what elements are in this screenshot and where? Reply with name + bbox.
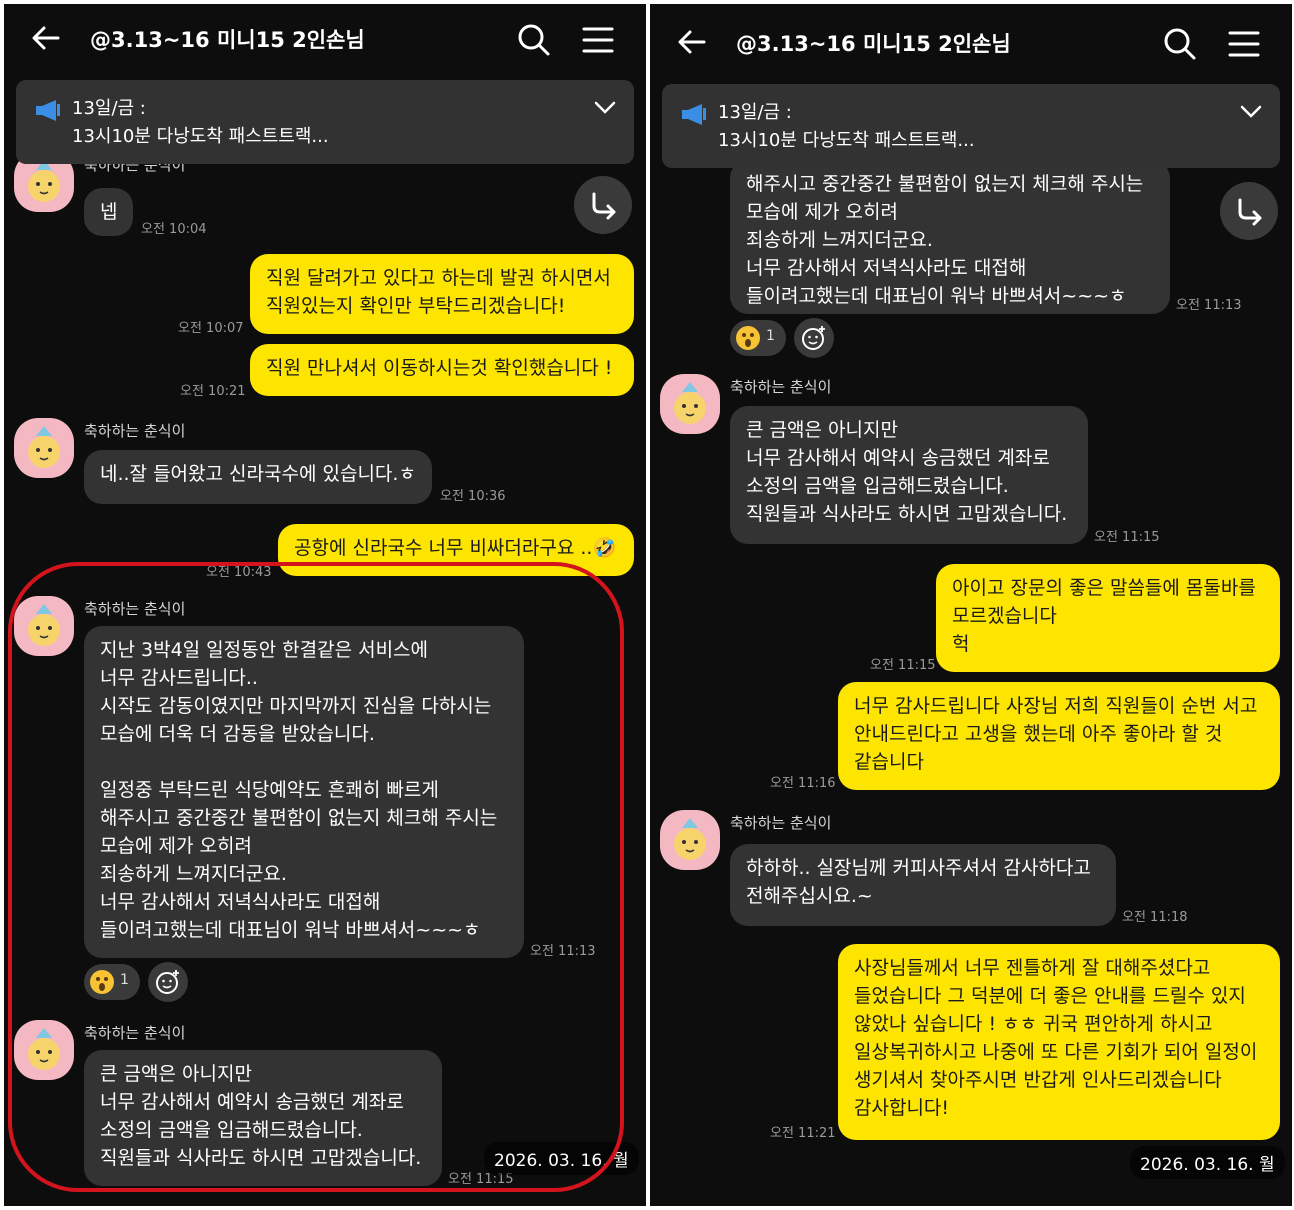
message-time: 오전 10:04 bbox=[141, 222, 207, 237]
forward-share-icon[interactable] bbox=[1220, 182, 1278, 240]
avatar[interactable] bbox=[14, 418, 74, 478]
message-time: 오전 10:36 bbox=[440, 489, 506, 504]
menu-icon[interactable] bbox=[580, 20, 616, 60]
back-arrow-icon[interactable] bbox=[676, 26, 708, 67]
message-time: 오전 10:07 bbox=[178, 321, 244, 336]
notice-banner[interactable]: 13일/금 : 13시10분 다낭도착 패스트트랙... bbox=[16, 80, 634, 164]
chat-header: @3.13~16 미니15 2인손님 bbox=[4, 4, 646, 76]
message-time: 오전 11:15 bbox=[870, 658, 936, 673]
message-time: 오전 10:21 bbox=[180, 384, 246, 399]
message-bubble-out[interactable]: 직원 달려가고 있다고 하는데 발권 하시면서 직원있는지 확인만 부탁드리겠습… bbox=[250, 254, 634, 334]
message-bubble-in[interactable]: 지난 3박4일 일정동안 한결같은 서비스에 너무 감사드립니다.. 시작도 감… bbox=[84, 626, 524, 958]
megaphone-icon bbox=[34, 98, 62, 122]
message-bubble-in[interactable]: 큰 금액은 아니지만 너무 감사해서 예약시 송금했던 계좌로 소정의 금액을 … bbox=[84, 1050, 442, 1186]
add-reaction-icon[interactable] bbox=[148, 962, 188, 1002]
search-icon[interactable] bbox=[1160, 24, 1200, 64]
message-time: 오전 11:16 bbox=[770, 776, 836, 791]
menu-icon[interactable] bbox=[1226, 24, 1262, 64]
message-bubble-in[interactable]: 하하하.. 실장님께 커피사주셔서 감사하다고 전해주십시요.~ bbox=[730, 844, 1116, 926]
message-bubble-out[interactable]: 아이고 장문의 좋은 말씀들에 몸둘바를 모르겠습니다 헉 bbox=[936, 564, 1280, 672]
chevron-down-icon[interactable] bbox=[594, 100, 616, 114]
chat-title: @3.13~16 미니15 2인손님 bbox=[90, 28, 365, 52]
search-icon[interactable] bbox=[514, 20, 554, 60]
surprised-emoji-icon bbox=[90, 970, 114, 994]
chat-screen-right: @3.13~16 미니15 2인손님 13일/금 : 13시10분 다낭도착 패… bbox=[650, 4, 1292, 1206]
message-bubble-out[interactable]: 직원 만나셔서 이동하시는것 확인했습니다 ! bbox=[250, 344, 634, 396]
avatar[interactable] bbox=[14, 596, 74, 656]
notice-banner[interactable]: 13일/금 : 13시10분 다낭도착 패스트트랙... bbox=[662, 84, 1280, 168]
reaction-count: 1 bbox=[766, 328, 775, 344]
message-bubble-out[interactable]: 너무 감사드립니다 사장님 저희 직원들이 순번 서고 안내드린다고 고생을 했… bbox=[838, 682, 1280, 790]
message-time: 오전 11:13 bbox=[530, 944, 596, 959]
avatar[interactable] bbox=[660, 374, 720, 434]
chat-screen-left: @3.13~16 미니15 2인손님 13일/금 : 13시10분 다낭도착 패… bbox=[4, 4, 646, 1206]
back-arrow-icon[interactable] bbox=[30, 22, 62, 63]
reaction-count: 1 bbox=[120, 972, 129, 988]
message-time: 오전 11:18 bbox=[1122, 910, 1188, 925]
reaction-chip[interactable]: 1 bbox=[84, 964, 140, 1000]
chat-header: @3.13~16 미니15 2인손님 bbox=[650, 8, 1292, 80]
sender-name: 축하하는 춘식이 bbox=[84, 600, 186, 618]
message-bubble-in[interactable]: 넵 bbox=[84, 188, 134, 236]
notice-line1: 13일/금 : bbox=[72, 98, 146, 119]
avatar[interactable] bbox=[14, 1020, 74, 1080]
message-bubble-in[interactable]: 큰 금액은 아니지만 너무 감사해서 예약시 송금했던 계좌로 소정의 금액을 … bbox=[730, 406, 1088, 544]
sender-name: 축하하는 춘식이 bbox=[730, 814, 832, 832]
message-time: 오전 11:21 bbox=[770, 1126, 836, 1141]
message-bubble-in[interactable]: 해주시고 중간중간 불편함이 없는지 체크해 주시는 모습에 제가 오히려 죄송… bbox=[730, 160, 1170, 314]
notice-line2: 13시10분 다낭도착 패스트트랙... bbox=[718, 130, 975, 151]
forward-share-icon[interactable] bbox=[574, 176, 632, 234]
message-bubble-out[interactable]: 사장님들께서 너무 젠틀하게 잘 대해주셨다고 들었습니다 그 덕분에 더 좋은… bbox=[838, 944, 1280, 1140]
date-badge: 2026. 03. 16. 월 bbox=[1130, 1146, 1285, 1179]
message-bubble-out[interactable]: 공항에 신라국수 너무 비싸더라구요 ..🤣 bbox=[278, 524, 634, 576]
surprised-emoji-icon bbox=[736, 326, 760, 350]
date-badge: 2026. 03. 16. 월 bbox=[484, 1142, 639, 1175]
reaction-chip[interactable]: 1 bbox=[730, 320, 786, 356]
notice-line1: 13일/금 : bbox=[718, 102, 792, 123]
avatar[interactable] bbox=[660, 810, 720, 870]
message-time: 오전 11:15 bbox=[1094, 530, 1160, 545]
sender-name: 축하하는 춘식이 bbox=[84, 1024, 186, 1042]
message-time: 오전 11:13 bbox=[1176, 298, 1242, 313]
message-time: 오전 10:43 bbox=[206, 565, 272, 580]
chat-title: @3.13~16 미니15 2인손님 bbox=[736, 32, 1011, 56]
message-bubble-in[interactable]: 네..잘 들어왔고 신라국수에 있습니다.ㅎ bbox=[84, 450, 432, 504]
add-reaction-icon[interactable] bbox=[794, 318, 834, 358]
sender-name: 축하하는 춘식이 bbox=[84, 422, 186, 440]
megaphone-icon bbox=[680, 102, 708, 126]
chevron-down-icon[interactable] bbox=[1240, 104, 1262, 118]
sender-name: 축하하는 춘식이 bbox=[730, 378, 832, 396]
notice-line2: 13시10분 다낭도착 패스트트랙... bbox=[72, 126, 329, 147]
